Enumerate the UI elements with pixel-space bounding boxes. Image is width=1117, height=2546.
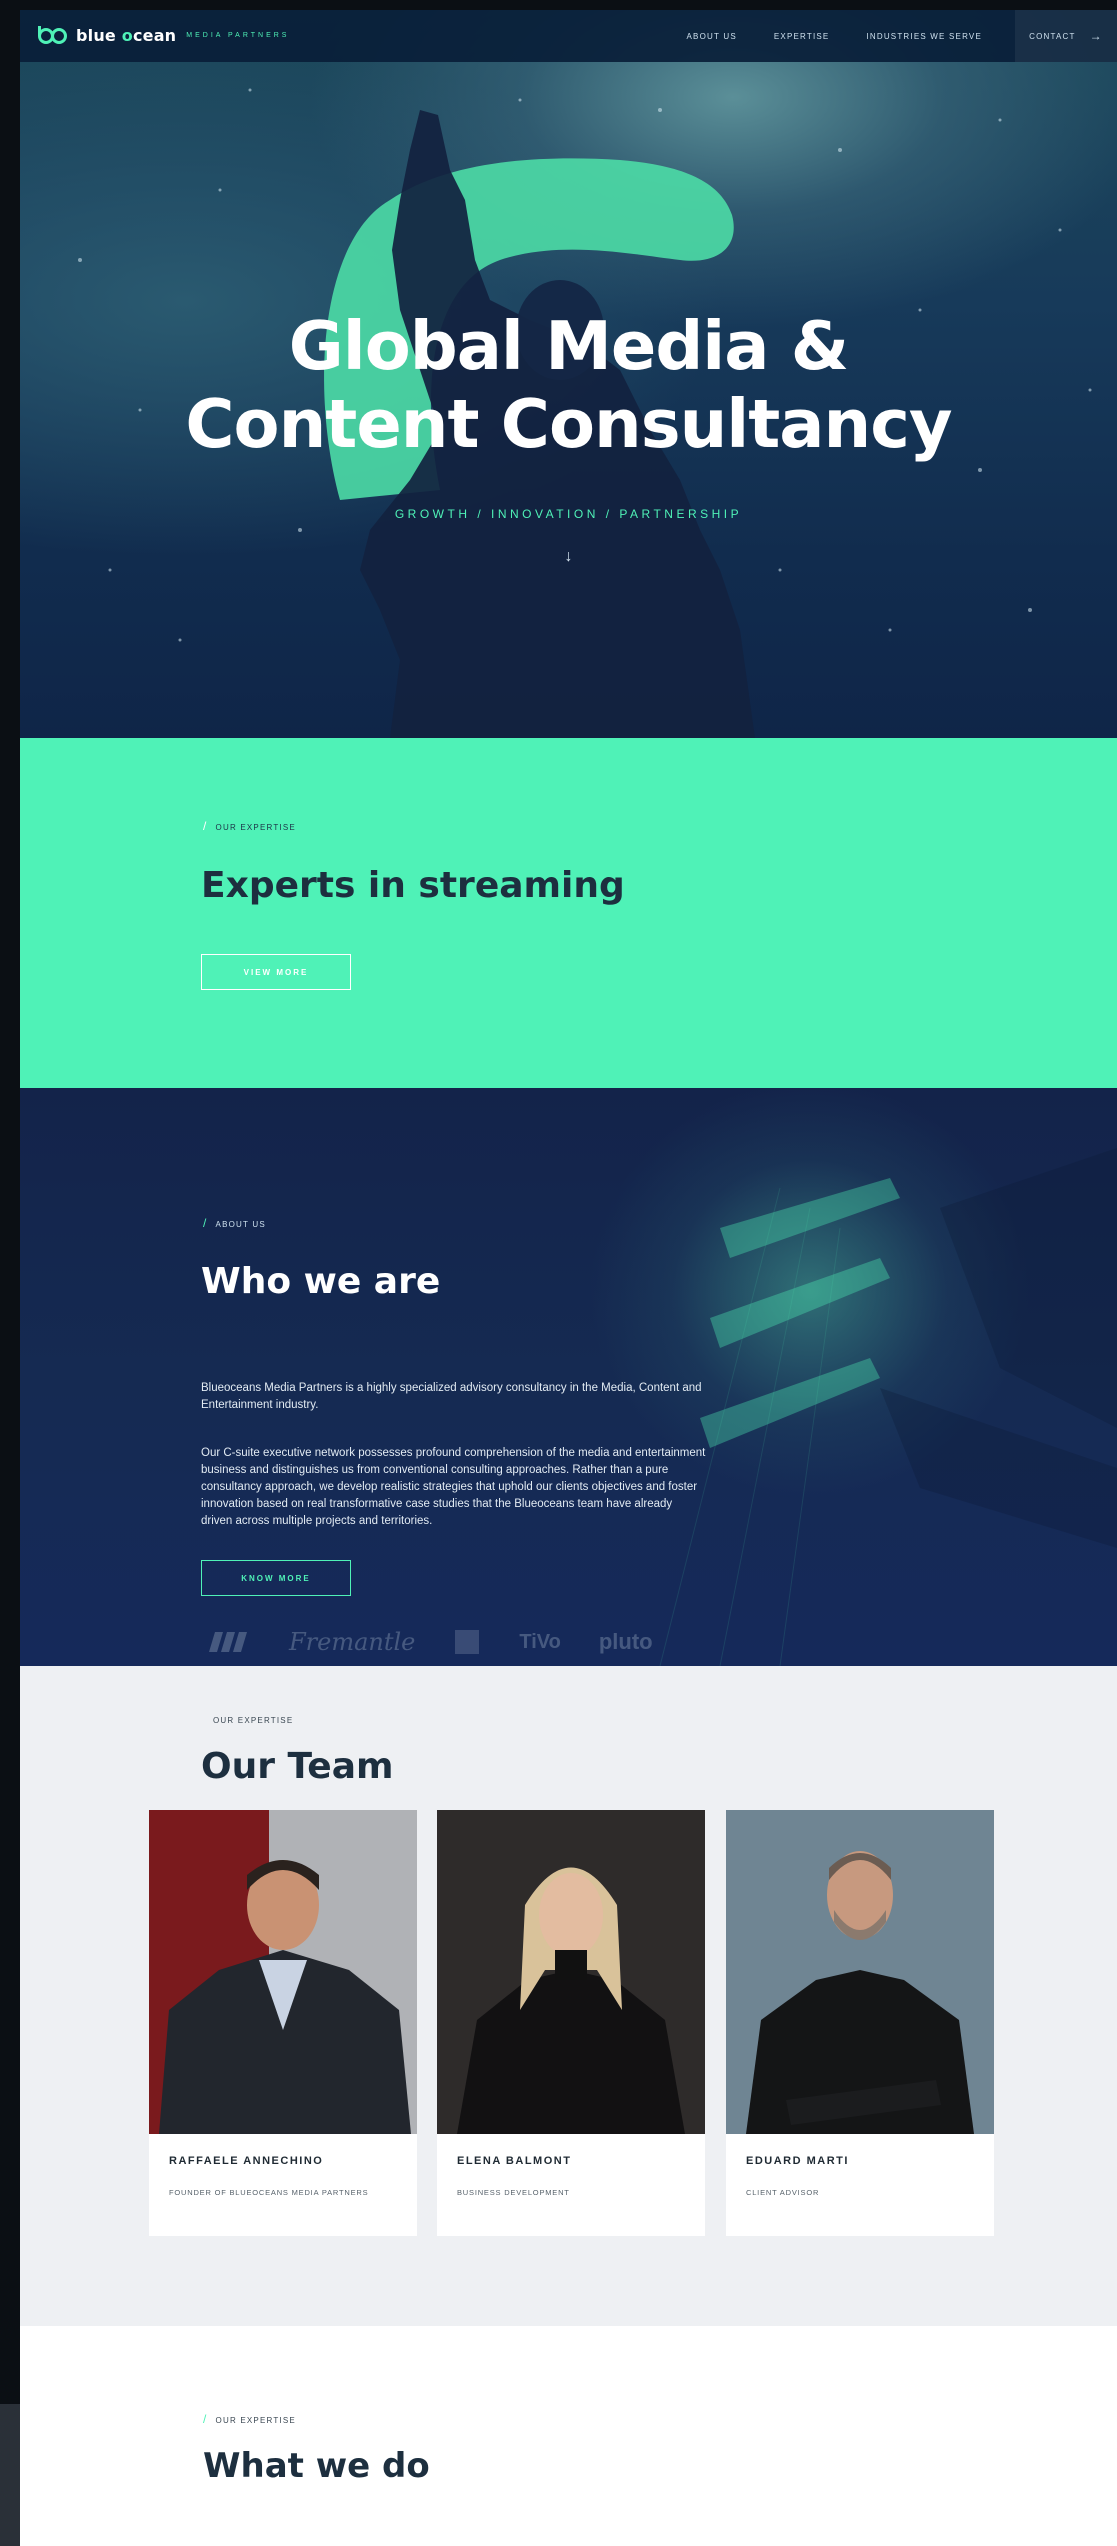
eyebrow-slash: / <box>203 2412 208 2426</box>
brand-name-accent: o <box>121 25 133 45</box>
partner-logos: Fremantle TiVo pluto <box>205 1628 691 1656</box>
team-eyebrow: OUR EXPERTISE <box>213 1716 294 1725</box>
member-name: ELENA BALMONT <box>457 2155 572 2167</box>
team-section: OUR EXPERTISE Our Team RAFFAELE ANNECHIN… <box>20 1666 1117 2326</box>
nav-expertise[interactable]: EXPERTISE <box>774 32 830 41</box>
nav-about-us[interactable]: ABOUT US <box>687 32 737 41</box>
what-we-do-section: / OUR EXPERTISE What we do <box>20 2326 1117 2546</box>
team-photo-eduard <box>726 1810 994 2134</box>
nav-industries[interactable]: INDUSTRIES WE SERVE <box>866 32 982 41</box>
know-more-button[interactable]: KNOW MORE <box>201 1560 351 1596</box>
logo-mark-icon <box>38 26 67 44</box>
about-paragraph-2: Our C-suite executive network possesses … <box>201 1446 706 1527</box>
team-title: Our Team <box>201 1746 394 1787</box>
about-paragraph-1: Blueoceans Media Partners is a highly sp… <box>201 1381 702 1411</box>
dazn-logo <box>455 1630 480 1654</box>
contact-label: CONTACT <box>1029 31 1076 41</box>
about-eyebrow: / ABOUT US <box>203 1216 266 1230</box>
page-frame: Global Media & Content Consultancy GROWT… <box>20 10 1117 2546</box>
about-title: Who we are <box>201 1261 441 1302</box>
team-card[interactable]: EDUARD MARTI CLIENT ADVISOR <box>726 1810 994 2236</box>
expertise-eyebrow: / OUR EXPERTISE <box>203 819 296 833</box>
eyebrow-label: OUR EXPERTISE <box>215 823 296 832</box>
hero-tagline: GROWTH / INNOVATION / PARTNERSHIP <box>394 507 743 521</box>
side-panel-edge <box>0 2404 20 2546</box>
what-we-do-eyebrow: / OUR EXPERTISE <box>203 2412 296 2426</box>
pluto-logo: pluto <box>598 1629 653 1654</box>
about-background-art <box>659 1148 1117 1666</box>
member-name: RAFFAELE ANNECHINO <box>169 2155 324 2167</box>
expertise-title: Experts in streaming <box>201 865 625 906</box>
what-we-do-title: What we do <box>203 2446 430 2486</box>
about-section: / ABOUT US Who we are Blueoceans Media Pa… <box>20 1088 1117 1666</box>
eyebrow-label: ABOUT US <box>215 1220 266 1229</box>
hero-section: Global Media & Content Consultancy GROWT… <box>20 10 1117 738</box>
team-photo-raffaele <box>149 1810 417 2134</box>
contact-button[interactable]: CONTACT → <box>1015 10 1117 62</box>
brand-name: blue ocean <box>76 26 176 45</box>
member-role: BUSINESS DEVELOPMENT <box>457 2188 570 2197</box>
arrow-down-icon[interactable]: ↓ <box>20 548 1117 566</box>
tivo-logo: TiVo <box>519 1630 561 1653</box>
team-photo-elena <box>437 1810 705 2134</box>
brand-logo[interactable]: blue ocean MEDIA PARTNERS <box>38 24 289 46</box>
eyebrow-label: OUR EXPERTISE <box>215 2416 296 2425</box>
eyebrow-slash: / <box>203 819 208 833</box>
brand-subtitle: MEDIA PARTNERS <box>186 31 290 39</box>
team-card[interactable]: ELENA BALMONT BUSINESS DEVELOPMENT <box>437 1810 705 2236</box>
expertise-section: / OUR EXPERTISE Experts in streaming VIEW… <box>20 738 1117 1088</box>
arrow-right-icon: → <box>1089 29 1103 43</box>
brand-name-part: blue <box>76 25 122 45</box>
view-more-button[interactable]: VIEW MORE <box>201 954 351 990</box>
atresmedia-logo <box>209 1632 247 1652</box>
member-role: FOUNDER OF BLUEOCEANS MEDIA PARTNERS <box>169 2188 369 2197</box>
hero-title-line-1: Global Media & <box>288 307 849 385</box>
hero-title-line-2: Content Consultancy <box>185 385 952 463</box>
brand-name-part: cean <box>132 25 177 45</box>
fremantle-logo: Fremantle <box>289 1628 416 1656</box>
hero-title: Global Media & Content Consultancy <box>20 307 1117 463</box>
nav-links: ABOUT US EXPERTISE INDUSTRIES WE SERVE C… <box>687 10 1117 62</box>
top-navigation: blue ocean MEDIA PARTNERS ABOUT US EXPER… <box>20 10 1117 62</box>
eyebrow-slash: / <box>203 1216 208 1230</box>
member-name: EDUARD MARTI <box>746 2155 849 2167</box>
team-card[interactable]: RAFFAELE ANNECHINO FOUNDER OF BLUEOCEANS… <box>149 1810 417 2236</box>
member-role: CLIENT ADVISOR <box>746 2188 820 2197</box>
